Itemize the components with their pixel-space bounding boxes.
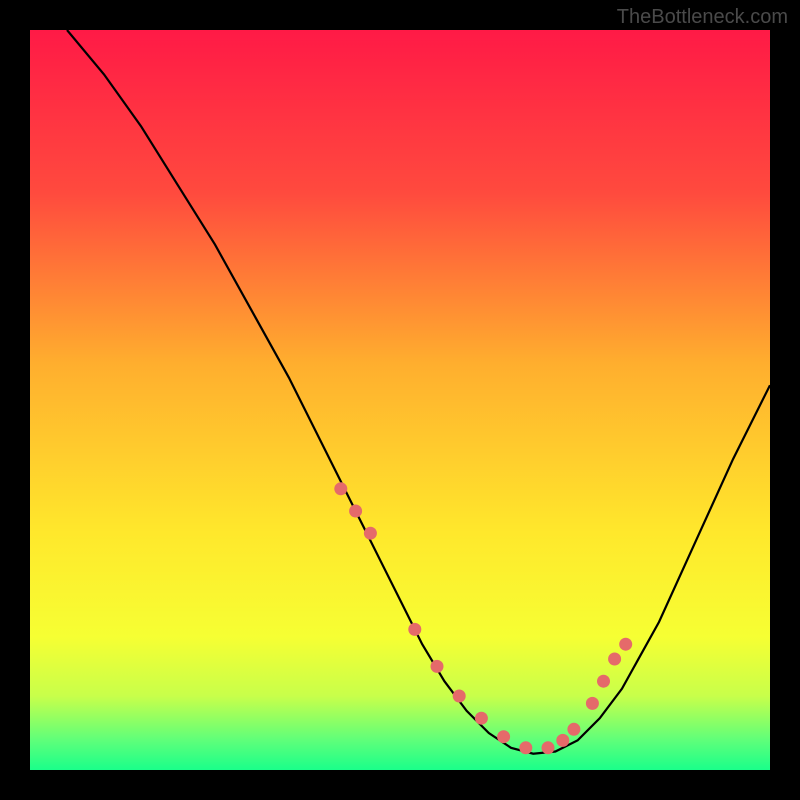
data-point-marker [349, 505, 362, 518]
data-point-marker [608, 653, 621, 666]
data-point-marker [619, 638, 632, 651]
watermark-text: TheBottleneck.com [617, 6, 788, 29]
data-point-marker [453, 690, 466, 703]
data-point-marker [364, 527, 377, 540]
data-point-marker [475, 712, 488, 725]
plot-svg [30, 30, 770, 770]
data-point-marker [586, 697, 599, 710]
chart-container: TheBottleneck.com [0, 0, 800, 800]
plot-area [30, 30, 770, 770]
data-point-marker [431, 660, 444, 673]
data-point-marker [597, 675, 610, 688]
data-point-marker [542, 741, 555, 754]
data-point-marker [497, 730, 510, 743]
data-point-marker [567, 723, 580, 736]
data-point-marker [334, 482, 347, 495]
data-point-marker [519, 741, 532, 754]
gradient-background [30, 30, 770, 770]
data-point-marker [556, 734, 569, 747]
data-point-marker [408, 623, 421, 636]
